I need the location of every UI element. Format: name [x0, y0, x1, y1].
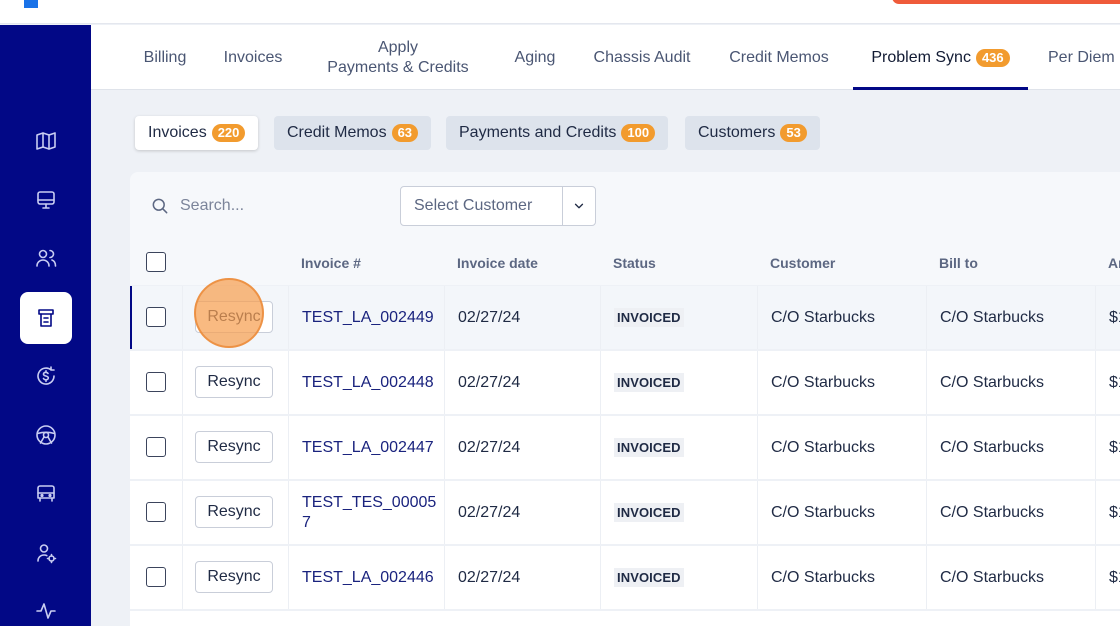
resync-button[interactable]: Resync: [195, 496, 273, 528]
chevron-down-icon[interactable]: [563, 199, 595, 213]
customer-cell: C/O Starbucks: [757, 286, 926, 349]
invoice-number[interactable]: TEST_LA_002447: [302, 438, 437, 458]
tab-invoices[interactable]: Invoices: [221, 25, 285, 90]
bill-to-cell: C/O Starbucks: [926, 286, 1095, 349]
subtab-payments-and-credits[interactable]: Payments and Credits 100: [446, 116, 669, 150]
customer-cell: C/O Starbucks: [757, 416, 926, 479]
bill-to-cell: C/O Starbucks: [926, 546, 1095, 609]
bill-to-cell: C/O Starbucks: [926, 481, 1095, 544]
invoice-number[interactable]: TEST_LA_002446: [302, 568, 437, 588]
invoice-date: 02/27/24: [444, 351, 600, 414]
invoice-number[interactable]: TEST_LA_002448: [302, 373, 437, 393]
invoice-date: 02/27/24: [444, 481, 600, 544]
table-row[interactable]: Resync TEST_LA_002446 02/27/24 INVOICED …: [130, 546, 1120, 609]
amount-cell: $1: [1095, 546, 1120, 609]
customer-select-label: Select Customer: [414, 197, 533, 214]
top-bar: [0, 0, 1120, 24]
row-checkbox[interactable]: [146, 437, 166, 457]
table-row[interactable]: Resync TEST_LA_002449 02/27/24 INVOICED …: [130, 286, 1120, 349]
customer-select[interactable]: Select Customer: [400, 186, 596, 226]
monitor-icon[interactable]: [20, 174, 72, 226]
payments-count-badge: 100: [621, 124, 656, 142]
activity-icon[interactable]: [20, 585, 72, 626]
invoice-number[interactable]: TEST_LA_002449: [302, 308, 437, 328]
bill-to-cell: C/O Starbucks: [926, 351, 1095, 414]
search-input[interactable]: [180, 197, 370, 215]
customers-count-badge: 53: [780, 124, 807, 142]
invoice-date: 02/27/24: [444, 286, 600, 349]
users-icon[interactable]: [20, 232, 72, 284]
column-customer[interactable]: Customer: [770, 240, 835, 285]
tab-billing[interactable]: Billing: [143, 25, 187, 90]
resync-button[interactable]: Resync: [195, 431, 273, 463]
status-badge: INVOICED: [614, 308, 684, 327]
tab-credit-memos[interactable]: Credit Memos: [725, 25, 833, 90]
tab-apply-payments-credits[interactable]: Apply Payments & Credits: [323, 25, 473, 90]
amount-cell: $1: [1095, 286, 1120, 349]
bill-to-cell: C/O Starbucks: [926, 416, 1095, 479]
table-row[interactable]: Resync TEST_TES_000057 02/27/24 INVOICED…: [130, 481, 1120, 544]
customer-cell: C/O Starbucks: [757, 546, 926, 609]
select-all-checkbox[interactable]: [146, 252, 166, 272]
table-header: Invoice # Invoice date Status Customer B…: [130, 240, 1120, 285]
row-checkbox[interactable]: [146, 567, 166, 587]
status-badge: INVOICED: [614, 438, 684, 457]
tab-problem-sync[interactable]: Problem Sync 436: [853, 25, 1028, 90]
search-icon: [152, 198, 168, 214]
row-checkbox[interactable]: [146, 372, 166, 392]
amount-cell: $1: [1095, 351, 1120, 414]
map-icon[interactable]: [20, 115, 72, 167]
credit-memos-count-badge: 63: [391, 124, 419, 142]
amount-cell: $1: [1095, 481, 1120, 544]
user-settings-icon[interactable]: [20, 527, 72, 579]
tab-aging[interactable]: Aging: [511, 25, 559, 90]
status-badge: INVOICED: [614, 503, 684, 522]
search-box: [150, 194, 380, 218]
tab-bar: Billing Invoices Apply Payments & Credits…: [91, 25, 1120, 90]
row-checkbox[interactable]: [146, 307, 166, 327]
resync-button[interactable]: Resync: [195, 301, 273, 333]
header-action-button[interactable]: [892, 0, 1120, 4]
customer-cell: C/O Starbucks: [757, 351, 926, 414]
sidebar: [0, 25, 91, 626]
problem-sync-count-badge: 436: [975, 48, 1010, 67]
invoice-date: 02/27/24: [444, 546, 600, 609]
resync-button[interactable]: Resync: [195, 561, 273, 593]
truck-icon[interactable]: [20, 468, 72, 520]
status-badge: INVOICED: [614, 373, 684, 392]
column-bill-to[interactable]: Bill to: [939, 240, 978, 285]
tab-per-diem[interactable]: Per Diem: [1046, 25, 1120, 90]
amount-cell: $1: [1095, 416, 1120, 479]
table-row[interactable]: Resync TEST_LA_002448 02/27/24 INVOICED …: [130, 351, 1120, 414]
column-invoice-date[interactable]: Invoice date: [457, 240, 538, 285]
row-checkbox[interactable]: [146, 502, 166, 522]
invoice-date: 02/27/24: [444, 416, 600, 479]
resync-button[interactable]: Resync: [195, 366, 273, 398]
invoices-count-badge: 220: [211, 124, 246, 142]
column-invoice-number[interactable]: Invoice #: [301, 240, 361, 285]
column-amount[interactable]: Am: [1108, 240, 1120, 285]
table-row[interactable]: [130, 611, 1120, 626]
subtab-credit-memos[interactable]: Credit Memos 63: [274, 116, 432, 150]
column-status[interactable]: Status: [613, 240, 656, 285]
subtab-invoices[interactable]: Invoices 220: [135, 116, 259, 150]
logo: [24, 0, 38, 8]
subtab-customers[interactable]: Customers 53: [685, 116, 820, 150]
status-badge: INVOICED: [614, 568, 684, 587]
billing-icon[interactable]: [20, 292, 72, 344]
steering-wheel-icon[interactable]: [20, 409, 72, 461]
customer-cell: C/O Starbucks: [757, 481, 926, 544]
table-row[interactable]: Resync TEST_LA_002447 02/27/24 INVOICED …: [130, 416, 1120, 479]
tab-chassis-audit[interactable]: Chassis Audit: [589, 25, 695, 90]
dollar-icon[interactable]: [20, 350, 72, 402]
invoice-number[interactable]: TEST_TES_000057: [302, 493, 437, 533]
